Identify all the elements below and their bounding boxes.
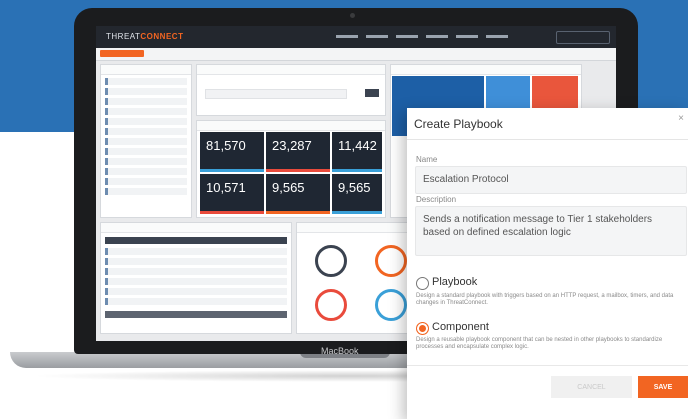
dialog-title: Create Playbook (414, 117, 503, 131)
playbook-radio[interactable] (416, 277, 429, 290)
app-logo[interactable]: THREATCONNECT (106, 32, 183, 41)
sources-panel (100, 64, 192, 218)
component-option-title[interactable]: Component (432, 321, 489, 333)
query-field[interactable] (205, 89, 347, 99)
list-item[interactable] (105, 108, 187, 115)
stat-tile[interactable]: 81,570 (200, 132, 264, 172)
component-option-description: Design a reusable playbook component tha… (416, 337, 663, 350)
list-item[interactable] (105, 188, 187, 195)
table-row[interactable] (105, 298, 287, 305)
stat-bar (200, 169, 264, 172)
stat-value: 81,570 (206, 138, 246, 153)
table-panel (100, 222, 292, 334)
stat-tile[interactable]: 11,442 (332, 132, 382, 172)
stat-value: 9,565 (338, 180, 371, 195)
panel-header (101, 223, 291, 233)
playbook-option-description: Design a standard playbook with triggers… (416, 293, 674, 306)
camera-icon (350, 13, 355, 18)
table-row[interactable] (105, 278, 287, 285)
table-row[interactable] (105, 288, 287, 295)
create-playbook-dialog: Create Playbook × Name Escalation Protoc… (407, 108, 688, 419)
list-item[interactable] (105, 98, 187, 105)
stat-value: 11,442 (338, 138, 377, 153)
list-item[interactable] (105, 78, 187, 85)
device-brand: MacBook (321, 346, 359, 356)
component-radio[interactable] (416, 322, 429, 335)
playbook-option-title[interactable]: Playbook (432, 276, 477, 288)
donut-gauge[interactable] (315, 289, 347, 321)
name-value: Escalation Protocol (423, 174, 509, 185)
close-icon[interactable]: × (678, 113, 684, 124)
app-topbar: THREATCONNECT (96, 26, 616, 48)
table-row[interactable] (105, 258, 287, 265)
stat-value: 9,565 (272, 180, 305, 195)
divider (407, 365, 688, 366)
logo-accent: CONNECT (140, 32, 184, 41)
name-label: Name (416, 155, 438, 164)
list-item[interactable] (105, 118, 187, 125)
stat-bar (332, 211, 382, 214)
logo-text: THREAT (106, 32, 141, 41)
divider (407, 139, 688, 140)
nav-item[interactable] (456, 35, 478, 38)
cancel-button[interactable]: CANCEL (551, 376, 632, 398)
nav-item[interactable] (366, 35, 388, 38)
nav-item[interactable] (426, 35, 448, 38)
search-button[interactable] (365, 89, 379, 97)
stat-tile[interactable]: 10,571 (200, 174, 264, 214)
donut-gauge[interactable] (375, 245, 407, 277)
description-label: Description (416, 195, 457, 204)
pagination[interactable] (105, 311, 287, 318)
donut-gauge[interactable] (375, 289, 407, 321)
name-field[interactable]: Escalation Protocol (415, 166, 687, 194)
new-dashboard-button[interactable] (100, 50, 144, 57)
list-item[interactable] (105, 178, 187, 185)
stat-bar (332, 169, 382, 172)
list-item[interactable] (105, 128, 187, 135)
donut-gauge[interactable] (315, 245, 347, 277)
top-nav (336, 33, 508, 38)
nav-item[interactable] (336, 35, 358, 38)
search-panel (196, 64, 386, 116)
stat-tile[interactable]: 23,287 (266, 132, 330, 172)
nav-item[interactable] (486, 35, 508, 38)
list-item[interactable] (105, 138, 187, 145)
stat-bar (266, 169, 330, 172)
panel-header (197, 65, 385, 75)
stat-tile[interactable]: 9,565 (332, 174, 382, 214)
list-item[interactable] (105, 158, 187, 165)
save-button[interactable]: SAVE (638, 376, 688, 398)
table-row[interactable] (105, 268, 287, 275)
nav-item[interactable] (396, 35, 418, 38)
stat-tile[interactable]: 9,565 (266, 174, 330, 214)
table-header (105, 237, 287, 244)
table-row[interactable] (105, 248, 287, 255)
stat-value: 10,571 (206, 180, 246, 195)
stat-bar (200, 211, 264, 214)
list-item[interactable] (105, 148, 187, 155)
panel-header (101, 65, 191, 75)
description-value: Sends a notification message to Tier 1 s… (423, 214, 653, 238)
description-field[interactable]: Sends a notification message to Tier 1 s… (415, 206, 687, 256)
stat-value: 23,287 (272, 138, 312, 153)
stat-bar (266, 211, 330, 214)
list-item[interactable] (105, 88, 187, 95)
list-item[interactable] (105, 168, 187, 175)
search-input[interactable] (556, 31, 610, 44)
sub-toolbar (96, 48, 616, 61)
panel-header (197, 121, 385, 131)
panel-header (391, 65, 581, 75)
